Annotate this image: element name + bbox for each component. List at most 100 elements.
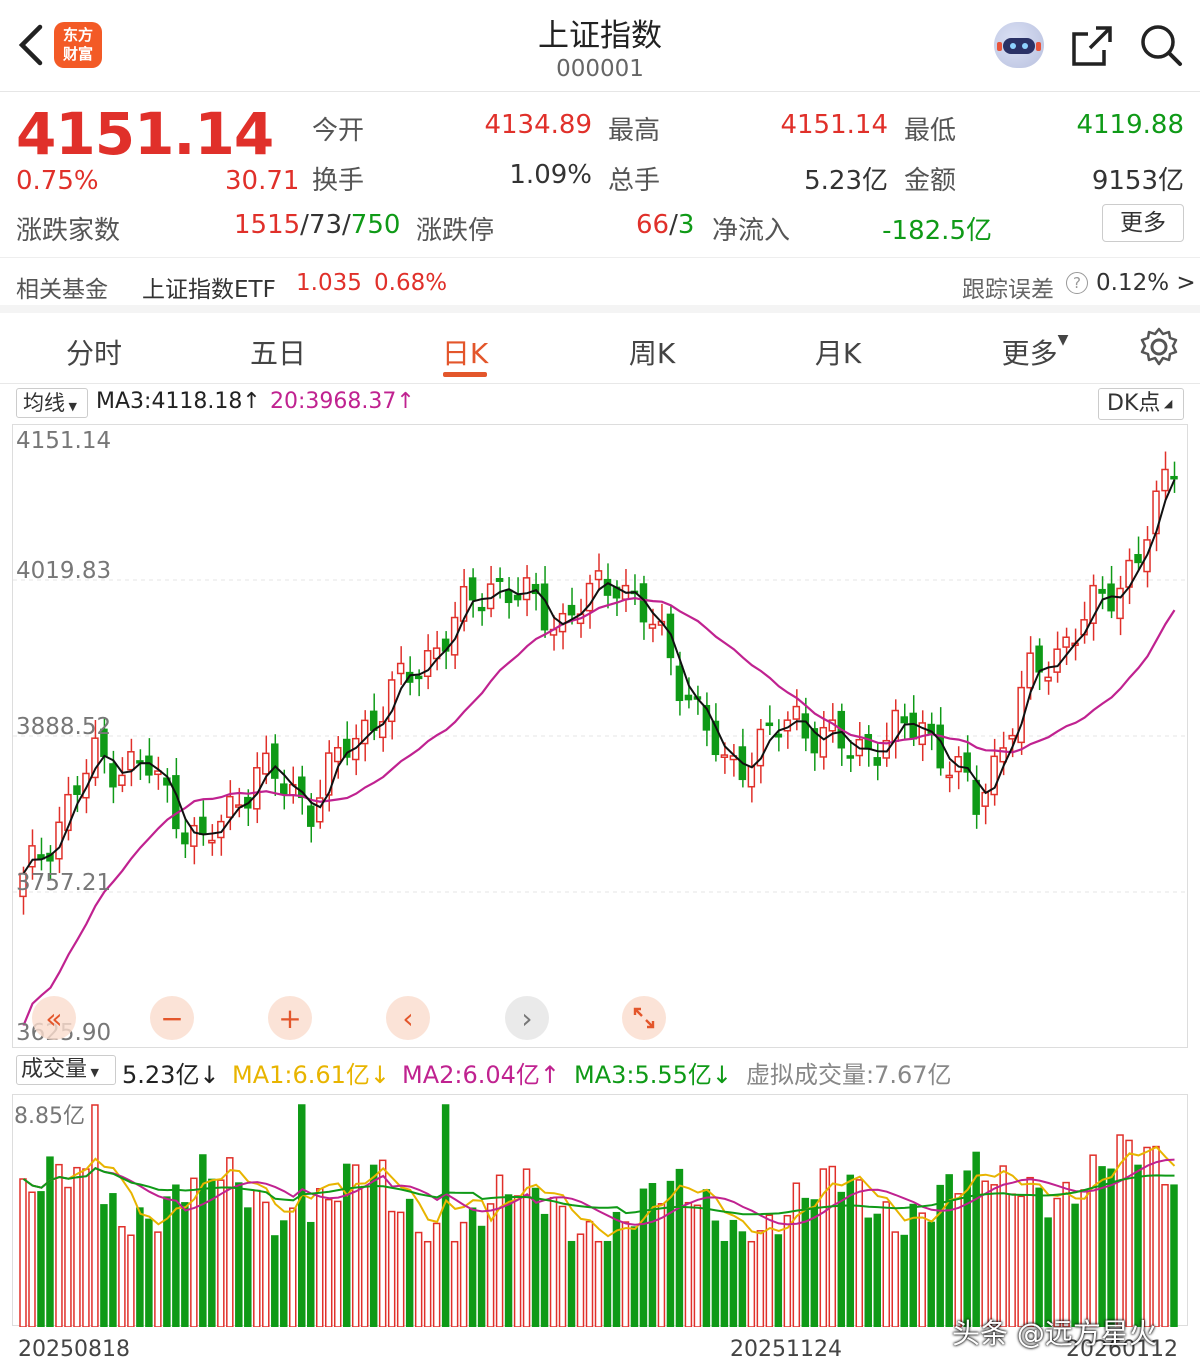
corner-triangle-icon: ◢ (1160, 397, 1173, 410)
volume-bar (73, 1166, 81, 1328)
candle-body (199, 816, 207, 836)
scroll-left-button[interactable]: ‹ (386, 996, 430, 1040)
share-button[interactable] (1066, 22, 1116, 70)
candlestick-svg (13, 451, 1189, 1026)
volume-bar (289, 1207, 297, 1328)
tab-intraday[interactable]: 分时 (54, 332, 134, 372)
tab-more[interactable]: 更多▼ (990, 332, 1080, 372)
volume-bar (540, 1213, 549, 1328)
app-logo: 东方 财富 (54, 22, 102, 68)
tab-five-day[interactable]: 五日 (238, 332, 318, 372)
ma-selector-label: 均线 (23, 391, 65, 415)
axis-label-top: 4151.14 (16, 428, 112, 454)
candle-body (181, 832, 189, 845)
candle-body (522, 577, 531, 601)
volume-bar (828, 1165, 837, 1328)
volume-bar (621, 1221, 630, 1328)
watermark: 头条 @远方星火 (952, 1317, 1157, 1350)
fund-price: 1.035 (296, 270, 362, 296)
ma3-legend: MA3:4118.18↑ (96, 389, 261, 414)
volume-bar (738, 1231, 747, 1328)
candle-body (900, 716, 908, 724)
volume-bar (1098, 1166, 1106, 1328)
volume-bar (28, 1191, 36, 1328)
volume-bar (630, 1226, 639, 1328)
volume-bar (423, 1240, 432, 1328)
volume-bar (792, 1182, 801, 1328)
tab-weekly-k[interactable]: 周K (612, 332, 692, 372)
date-label-start: 20250818 (18, 1337, 130, 1362)
candle-body (846, 755, 855, 759)
volume-bar (253, 1189, 261, 1328)
more-button[interactable]: 更多 (1102, 204, 1184, 242)
volume-bar (298, 1104, 306, 1328)
volume-bar (19, 1178, 27, 1328)
volume-bar (1062, 1181, 1070, 1328)
candle-body (504, 589, 513, 604)
tracking-error-value[interactable]: 0.12% > (1096, 270, 1196, 296)
candle-body (792, 705, 801, 720)
fast-rewind-button[interactable]: « (32, 996, 76, 1040)
volume-bar (594, 1240, 603, 1328)
volume-bar (441, 1104, 450, 1328)
change-percent: 0.75% (16, 166, 99, 196)
volume-bar (693, 1204, 702, 1328)
volume-bar (999, 1165, 1007, 1328)
tracking-error-label: 跟踪误差 (962, 277, 1054, 303)
assistant-robot-icon[interactable] (994, 22, 1044, 68)
volume-bar (217, 1179, 225, 1328)
volume-chart[interactable] (12, 1094, 1188, 1328)
volume-bar (1143, 1146, 1151, 1328)
volume-bar (387, 1210, 396, 1328)
candle-body (73, 785, 81, 795)
volume-bar (307, 1221, 315, 1328)
caret-down-icon: ▼ (1057, 332, 1069, 348)
volume-bar (360, 1185, 369, 1328)
date-label-middle: 20251124 (730, 1337, 842, 1362)
candle-body (127, 751, 135, 771)
candle-body (253, 767, 261, 810)
volume-bar (450, 1240, 459, 1328)
help-icon[interactable]: ? (1066, 272, 1088, 294)
candle-body (1134, 554, 1142, 564)
fullscreen-button[interactable] (622, 996, 666, 1040)
indicator-selector[interactable]: 成交量 ▼ (16, 1055, 116, 1085)
volume-bar (504, 1194, 513, 1328)
tab-monthly-k[interactable]: 月K (798, 332, 878, 372)
candle-body (513, 594, 522, 601)
axis-label: 3757.21 (16, 870, 112, 896)
limit-values: 66/3 (636, 210, 694, 240)
volume-bar (783, 1214, 792, 1328)
candle-body (55, 821, 63, 860)
fund-name[interactable]: 上证指数ETF (142, 270, 276, 304)
volume-bar (666, 1180, 675, 1328)
zoom-in-button[interactable]: + (268, 996, 312, 1040)
caret-down-icon: ▼ (87, 1066, 99, 1079)
dk-point-button[interactable]: DK点 ◢ (1098, 388, 1184, 420)
fund-percent: 0.68% (374, 270, 448, 296)
volume-bar (846, 1174, 855, 1328)
minus-icon: − (160, 1001, 184, 1035)
volume-bar (648, 1183, 657, 1328)
ma-selector[interactable]: 均线 ▼ (16, 388, 88, 418)
volume-bar (1134, 1164, 1142, 1328)
plus-icon: + (278, 1001, 302, 1035)
candle-body (972, 779, 980, 815)
limit-down: 3 (677, 210, 695, 240)
zoom-out-button[interactable]: − (150, 996, 194, 1040)
candles (19, 451, 1178, 915)
related-fund-row[interactable]: 相关基金 上证指数ETF 1.035 0.68% 跟踪误差 ? 0.12% > (0, 257, 1200, 313)
back-button[interactable] (8, 18, 54, 72)
candle-body (1116, 587, 1124, 620)
tab-daily-k[interactable]: 日K (425, 332, 505, 372)
active-tab-indicator (443, 372, 487, 377)
settings-button[interactable] (1138, 326, 1180, 368)
chevron-left-icon (18, 24, 43, 66)
scroll-right-button[interactable]: › (505, 996, 549, 1040)
amount-label: 金额 (904, 166, 957, 196)
search-button[interactable] (1136, 20, 1186, 70)
volume-bar (801, 1197, 810, 1328)
candlestick-chart[interactable] (12, 424, 1189, 1048)
volume-bar (37, 1191, 45, 1328)
volume-bar (837, 1191, 846, 1328)
